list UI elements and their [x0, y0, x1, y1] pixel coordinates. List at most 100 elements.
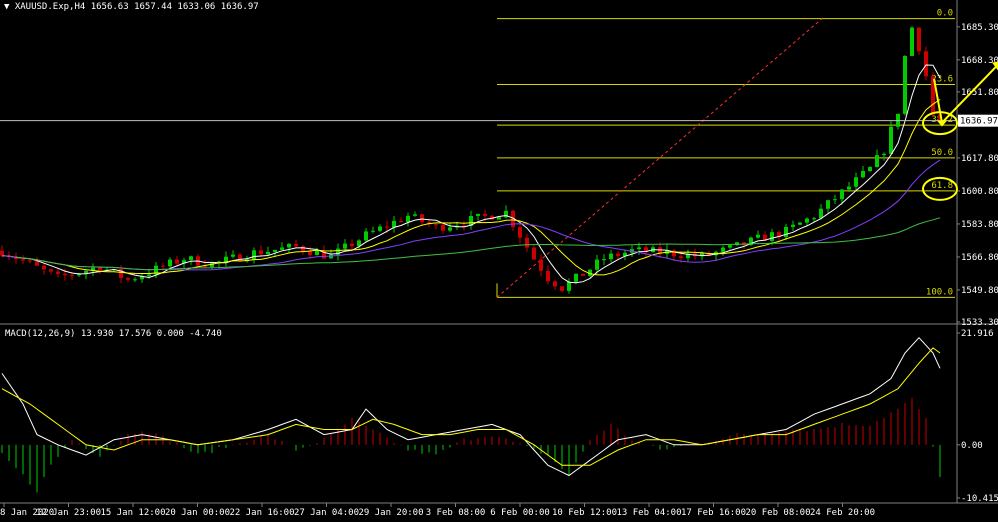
- candle-body[interactable]: [56, 271, 60, 274]
- candle-body[interactable]: [770, 232, 774, 241]
- price-tick-label: 1600.80: [961, 187, 998, 197]
- candle-body[interactable]: [826, 200, 830, 209]
- candle-body[interactable]: [392, 220, 396, 228]
- price-tick-label: 1549.80: [961, 286, 998, 296]
- candle-body[interactable]: [301, 246, 305, 252]
- candle-body[interactable]: [553, 281, 557, 287]
- candle-body[interactable]: [476, 213, 480, 216]
- candle-body[interactable]: [917, 27, 921, 52]
- candle-body[interactable]: [798, 222, 802, 225]
- candle-body[interactable]: [854, 177, 858, 187]
- candle-body[interactable]: [308, 251, 312, 256]
- trading-chart[interactable]: 0.023.638.250.061.8100.0 1685.301668.301…: [0, 0, 998, 522]
- fib-level-label: 50.0: [931, 148, 953, 158]
- candle-body[interactable]: [0, 250, 4, 256]
- time-tick-label: 12 Jan 23:00: [36, 508, 101, 518]
- candle-body[interactable]: [847, 186, 851, 190]
- candle-body[interactable]: [385, 226, 389, 228]
- candle-body[interactable]: [539, 259, 543, 271]
- candle-body[interactable]: [679, 256, 683, 259]
- candle-body[interactable]: [35, 261, 39, 266]
- candle-body[interactable]: [98, 267, 102, 271]
- candle-body[interactable]: [399, 220, 403, 222]
- candle-body[interactable]: [434, 224, 438, 226]
- candle-body[interactable]: [224, 256, 228, 262]
- candle-body[interactable]: [721, 247, 725, 252]
- candle-body[interactable]: [525, 237, 529, 248]
- candle-body[interactable]: [889, 126, 893, 154]
- candle-body[interactable]: [259, 250, 263, 255]
- candle-body[interactable]: [924, 51, 928, 77]
- macd-label: MACD(12,26,9): [5, 329, 76, 339]
- time-tick-label: 6 Feb 00:00: [490, 508, 550, 518]
- candle-body[interactable]: [560, 286, 564, 291]
- candle-body[interactable]: [147, 274, 151, 277]
- fib-level-label: 0.0: [937, 9, 953, 19]
- candle-body[interactable]: [728, 245, 732, 248]
- time-tick-label: 24 Feb 20:00: [810, 508, 875, 518]
- candle-body[interactable]: [518, 227, 522, 238]
- candle-body[interactable]: [833, 199, 837, 201]
- candle-body[interactable]: [581, 273, 585, 276]
- candle-body[interactable]: [168, 259, 172, 267]
- candle-body[interactable]: [784, 226, 788, 237]
- candle-body[interactable]: [294, 243, 298, 247]
- candle-body[interactable]: [266, 251, 270, 255]
- candle-body[interactable]: [364, 231, 368, 241]
- candle-body[interactable]: [910, 27, 914, 56]
- candle-body[interactable]: [252, 250, 256, 260]
- candle-body[interactable]: [287, 243, 291, 248]
- candle-body[interactable]: [133, 279, 137, 281]
- candle-body[interactable]: [497, 217, 501, 220]
- candle-body[interactable]: [49, 269, 53, 272]
- candle-body[interactable]: [861, 171, 865, 178]
- price-tick-label: 1617.80: [961, 154, 998, 164]
- candle-body[interactable]: [350, 243, 354, 247]
- candle-body[interactable]: [574, 273, 578, 282]
- candle-body[interactable]: [406, 215, 410, 222]
- candle-body[interactable]: [315, 250, 319, 256]
- candle-body[interactable]: [812, 218, 816, 220]
- candle-body[interactable]: [21, 259, 25, 261]
- candle-body[interactable]: [483, 213, 487, 216]
- candle-body[interactable]: [231, 254, 235, 257]
- candle-body[interactable]: [42, 265, 46, 270]
- candle-body[interactable]: [413, 214, 417, 216]
- candle-body[interactable]: [371, 230, 375, 232]
- candle-body[interactable]: [161, 265, 165, 267]
- candle-body[interactable]: [238, 254, 242, 262]
- candle-body[interactable]: [637, 247, 641, 250]
- candle-body[interactable]: [273, 249, 277, 252]
- candle-body[interactable]: [126, 277, 130, 280]
- candle-body[interactable]: [791, 224, 795, 227]
- candle-body[interactable]: [609, 253, 613, 260]
- candle-body[interactable]: [882, 153, 886, 156]
- candle-body[interactable]: [280, 247, 284, 250]
- candle-body[interactable]: [378, 226, 382, 231]
- candle-body[interactable]: [868, 167, 872, 172]
- candle-body[interactable]: [567, 281, 571, 291]
- collapse-triangle-icon[interactable]: ▼: [4, 2, 9, 12]
- candle-body[interactable]: [63, 273, 67, 276]
- candle-body[interactable]: [189, 256, 193, 261]
- candle-body[interactable]: [840, 189, 844, 200]
- candle-body[interactable]: [420, 214, 424, 223]
- candle-body[interactable]: [616, 253, 620, 257]
- candle-body[interactable]: [756, 234, 760, 238]
- candle-body[interactable]: [448, 227, 452, 231]
- candle-body[interactable]: [28, 260, 32, 262]
- candle-body[interactable]: [546, 270, 550, 282]
- candle-body[interactable]: [595, 259, 599, 270]
- candle-body[interactable]: [175, 259, 179, 264]
- candle-body[interactable]: [532, 247, 536, 260]
- candle-body[interactable]: [805, 218, 809, 223]
- candle-body[interactable]: [819, 208, 823, 219]
- candle-body[interactable]: [903, 55, 907, 114]
- candle-body[interactable]: [602, 259, 606, 261]
- candle-body[interactable]: [343, 243, 347, 249]
- candle-body[interactable]: [441, 224, 445, 231]
- candle-body[interactable]: [875, 155, 879, 168]
- price-tick-label: 1566.80: [961, 253, 998, 263]
- price-chart-title: ▼ XAUUSD.Exp,H4 1656.63 1657.44 1633.06 …: [4, 2, 259, 12]
- candle-body[interactable]: [70, 275, 74, 277]
